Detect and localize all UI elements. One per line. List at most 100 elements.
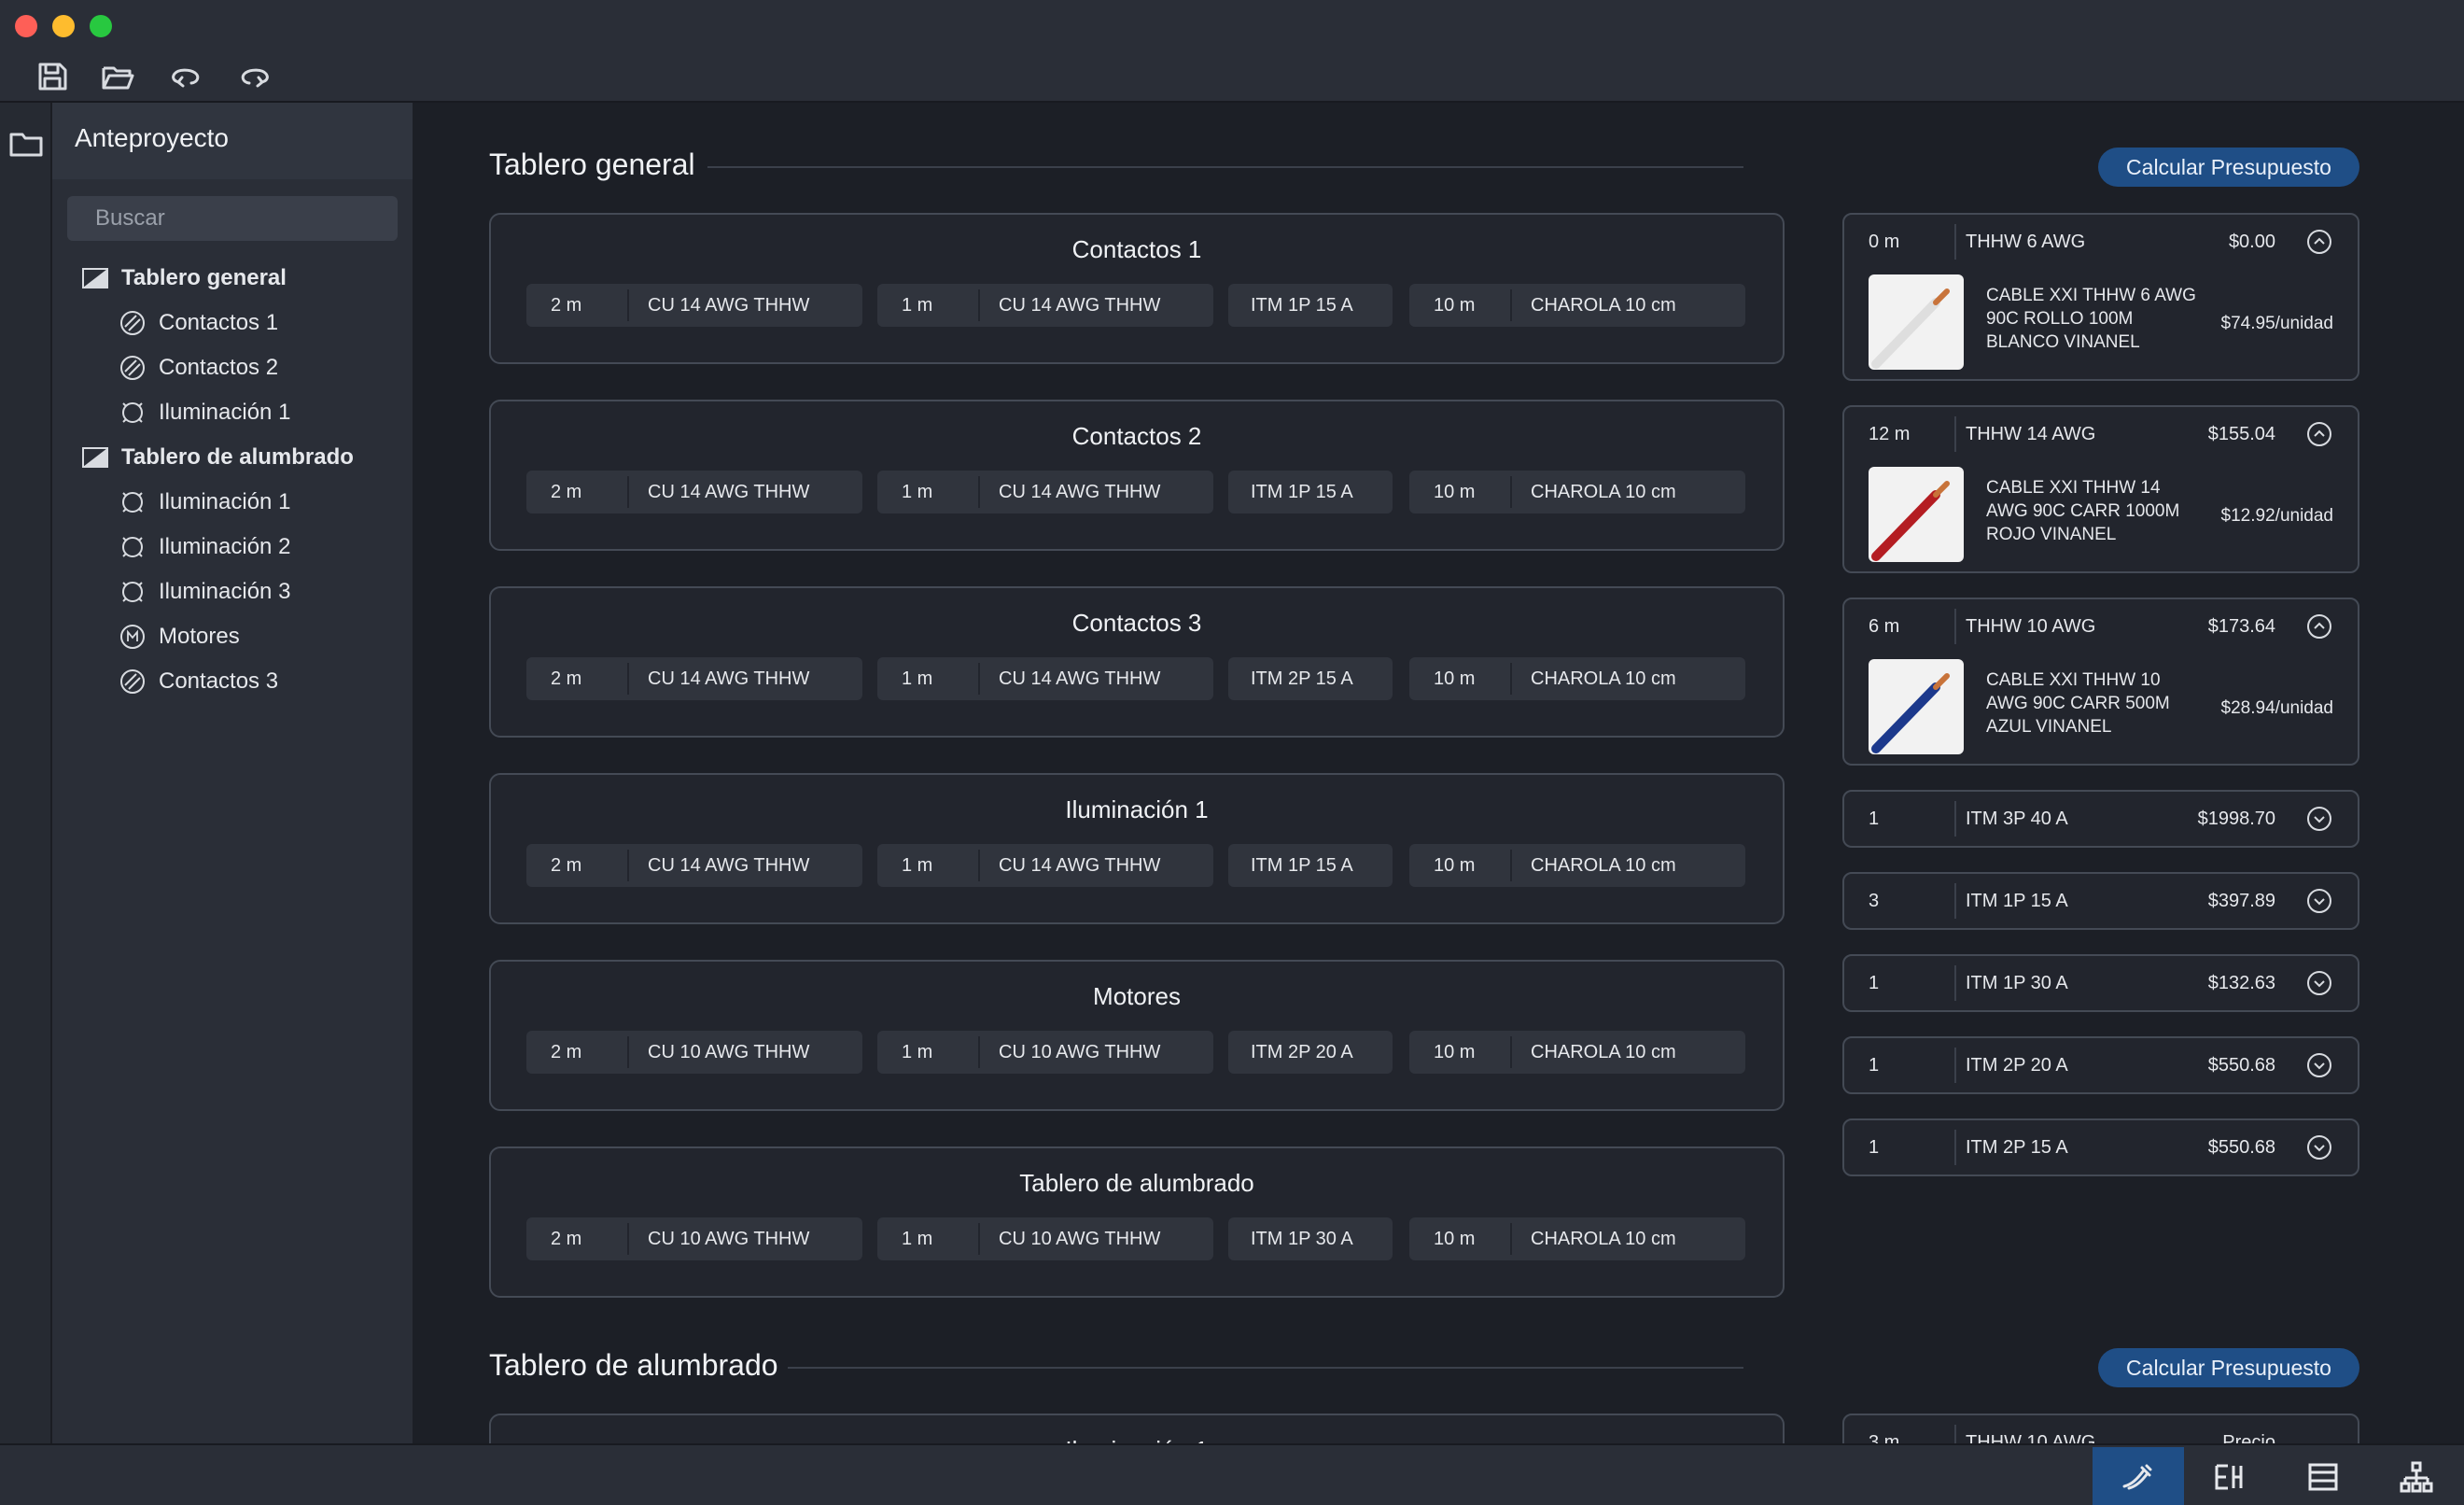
spec-c1: CU 10 AWG THHW (648, 1042, 810, 1062)
tree-item[interactable]: Iluminación 1 (118, 484, 290, 521)
budget-item: 1 ITM 3P 40 A $1998.70 (1842, 790, 2359, 848)
spec-chip[interactable]: 10 m CHAROLA 10 cm (1409, 471, 1745, 513)
undo-icon[interactable] (168, 58, 205, 95)
tree-item[interactable]: Iluminación 1 (118, 394, 290, 431)
save-icon[interactable] (34, 58, 71, 95)
collapse-chevron-icon[interactable] (2305, 420, 2333, 448)
diagram-view-button[interactable] (2184, 1447, 2275, 1505)
chip-divider (978, 663, 980, 695)
tree-item[interactable]: Tablero de alumbrado (80, 439, 354, 476)
sidebar-header: Anteproyecto (52, 103, 413, 179)
cables-view-button[interactable] (2093, 1447, 2184, 1505)
spec-c2: CU 14 AWG THHW (999, 482, 1161, 502)
spec-chip[interactable]: 10 m CHAROLA 10 cm (1409, 1031, 1745, 1074)
budget-item: 3 m THHW 10 AWG Precio (1842, 1414, 2359, 1443)
bottom-toolbar (0, 1443, 2464, 1505)
list-view-button[interactable] (2277, 1447, 2369, 1505)
section-title: Tablero general (489, 148, 695, 181)
spec-chip[interactable]: 2 m CU 10 AWG THHW (526, 1217, 862, 1260)
budget-row: 1 ITM 3P 40 A $1998.70 (1844, 792, 2358, 846)
budget-price: $132.63 (2207, 973, 2275, 993)
chip-divider (978, 476, 980, 508)
spec-chip[interactable]: 10 m CHAROLA 10 cm (1409, 1217, 1745, 1260)
spec-chip[interactable]: 2 m CU 14 AWG THHW (526, 844, 862, 887)
chip-divider (978, 1223, 980, 1255)
spec-chip[interactable]: ITM 1P 30 A (1228, 1217, 1393, 1260)
calculate-budget-button[interactable]: Calcular Presupuesto (2098, 1348, 2359, 1387)
spec-d2: 1 m (902, 295, 933, 316)
tree-item[interactable]: Contactos 1 (118, 304, 278, 342)
calculate-budget-button[interactable]: Calcular Presupuesto (2098, 148, 2359, 187)
spec-chip[interactable]: 2 m CU 14 AWG THHW (526, 471, 862, 513)
chip-divider (627, 850, 629, 881)
close-window-button[interactable] (15, 15, 37, 37)
expand-chevron-icon[interactable] (2305, 969, 2333, 997)
spec-chip[interactable]: 1 m CU 14 AWG THHW (877, 844, 1213, 887)
spec-d3: 10 m (1434, 855, 1476, 876)
spec-breaker: ITM 2P 20 A (1251, 1042, 1353, 1062)
chip-divider (627, 289, 629, 321)
spec-tray: CHAROLA 10 cm (1531, 1042, 1676, 1062)
spec-chip[interactable]: 10 m CHAROLA 10 cm (1409, 844, 1745, 887)
circuit-card: Contactos 1 2 m CU 14 AWG THHW 1 m CU 14 AWG… (489, 213, 1785, 364)
tree-item[interactable]: Iluminación 3 (118, 573, 290, 611)
budget-item: 12 m THHW 14 AWG $155.04 CABLE XXI THHW 14 … (1842, 405, 2359, 573)
tree-item[interactable]: Contactos 3 (118, 663, 278, 700)
spec-chip[interactable]: 1 m CU 10 AWG THHW (877, 1217, 1213, 1260)
budget-divider (1954, 801, 1956, 837)
budget-item: 6 m THHW 10 AWG $173.64 CABLE XXI THHW 10 A… (1842, 598, 2359, 766)
spec-chip[interactable]: ITM 1P 15 A (1228, 471, 1393, 513)
budget-divider (1954, 416, 1956, 452)
budget-price: $173.64 (2207, 616, 2275, 637)
search-input[interactable] (67, 196, 398, 241)
hierarchy-view-button[interactable] (2371, 1447, 2462, 1505)
spec-chip[interactable]: 1 m CU 14 AWG THHW (877, 471, 1213, 513)
spec-chip[interactable]: ITM 2P 20 A (1228, 1031, 1393, 1074)
tree-item-label: Iluminación 2 (159, 534, 291, 559)
budget-divider (1954, 224, 1956, 260)
collapse-chevron-icon[interactable] (2305, 228, 2333, 256)
spec-chip[interactable]: ITM 2P 15 A (1228, 657, 1393, 700)
budget-divider (1954, 609, 1956, 644)
chip-divider (1510, 663, 1512, 695)
expand-chevron-icon[interactable] (2305, 805, 2333, 833)
budget-qty: 12 m (1869, 424, 1911, 444)
spec-chip[interactable]: 10 m CHAROLA 10 cm (1409, 657, 1745, 700)
chip-divider (1510, 289, 1512, 321)
spec-chip[interactable]: ITM 1P 15 A (1228, 844, 1393, 887)
tree-item[interactable]: Motores (118, 618, 240, 655)
open-folder-icon[interactable] (99, 58, 136, 95)
spec-chip[interactable]: 1 m CU 14 AWG THHW (877, 284, 1213, 327)
expand-chevron-icon[interactable] (2305, 1051, 2333, 1079)
spec-chip[interactable]: 2 m CU 14 AWG THHW (526, 657, 862, 700)
redo-icon[interactable] (235, 58, 273, 95)
expand-chevron-icon[interactable] (2305, 1133, 2333, 1161)
product-description: CABLE XXI THHW 14 AWG 90C CARR 1000M ROJ… (1986, 478, 2180, 544)
spec-chip[interactable]: 10 m CHAROLA 10 cm (1409, 284, 1745, 327)
spec-chip[interactable]: 2 m CU 14 AWG THHW (526, 284, 862, 327)
spec-chip[interactable]: 1 m CU 14 AWG THHW (877, 657, 1213, 700)
folder-icon[interactable] (7, 125, 45, 162)
spec-chip[interactable]: 1 m CU 10 AWG THHW (877, 1031, 1213, 1074)
tree-item[interactable]: Contactos 2 (118, 349, 278, 387)
collapse-chevron-icon[interactable] (2305, 612, 2333, 640)
spec-chip[interactable]: ITM 1P 15 A (1228, 284, 1393, 327)
budget-name: THHW 10 AWG (1966, 616, 2096, 637)
spec-d2: 1 m (902, 855, 933, 876)
minimize-window-button[interactable] (52, 15, 75, 37)
budget-name: ITM 1P 15 A (1966, 891, 2068, 911)
circuit-title: Contactos 3 (1071, 609, 1202, 637)
spec-chip[interactable]: 2 m CU 10 AWG THHW (526, 1031, 862, 1074)
expand-chevron-icon[interactable] (2305, 887, 2333, 915)
tree-item-label: Tablero general (121, 265, 287, 290)
budget-divider (1954, 1048, 1956, 1083)
tree-item[interactable]: Tablero general (80, 260, 287, 297)
outlet-icon (118, 308, 159, 338)
spec-d1: 2 m (551, 482, 582, 502)
spec-d2: 1 m (902, 1042, 933, 1062)
budget-row: 1 ITM 1P 30 A $132.63 (1844, 956, 2358, 1010)
tree-item[interactable]: Iluminación 2 (118, 528, 290, 566)
zoom-window-button[interactable] (90, 15, 112, 37)
tree-item-label: Contactos 1 (159, 310, 279, 335)
budget-row: 1 ITM 2P 15 A $550.68 (1844, 1120, 2358, 1174)
